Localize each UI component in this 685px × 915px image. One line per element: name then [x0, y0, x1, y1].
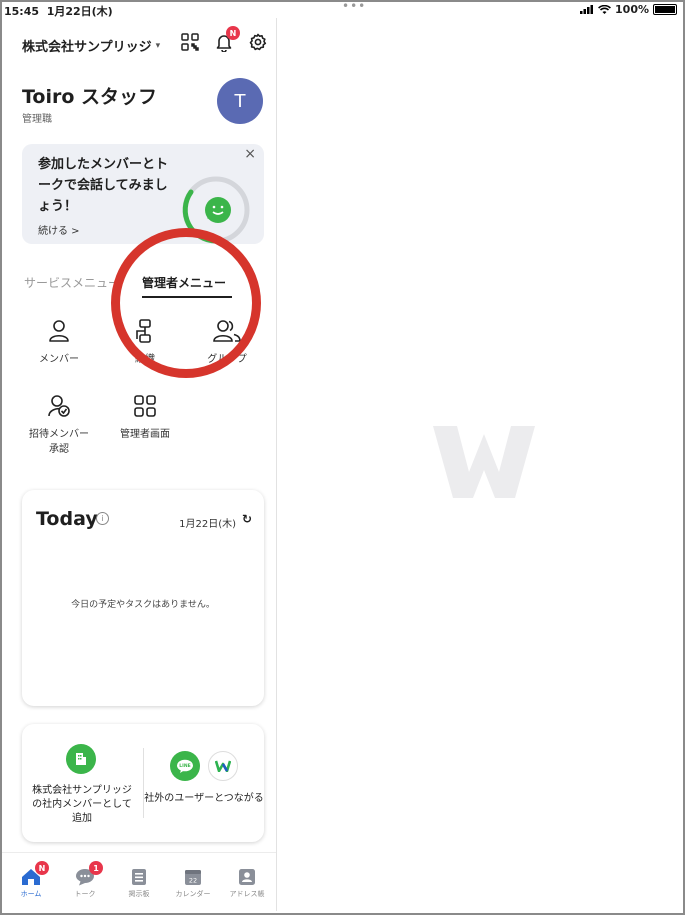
menu-item-label: メンバー [39, 354, 79, 365]
chevron-down-icon: ▾ [155, 40, 161, 51]
tab-label: カレンダー [175, 890, 211, 898]
lineworks-watermark-icon [433, 426, 535, 498]
bottom-tab-bar: N ホーム 1 トーク 掲示板 22 カレンダー アドレス帳 [2, 852, 276, 911]
onboarding-message: 参加したメンバーとトークで会話してみましょう！ [38, 157, 169, 214]
menu-item-label: 招待メンバー承認 [29, 429, 89, 455]
multitask-dots[interactable]: ••• [342, 0, 366, 13]
address-book-icon [220, 865, 274, 889]
connect-external-action[interactable]: LINE 社外のユーザーとつながる [144, 724, 264, 842]
annotation-circle [111, 228, 261, 378]
menu-item-admin-dashboard[interactable]: 管理者画面 [100, 393, 190, 440]
bulletin-icon [112, 865, 166, 889]
admin-dashboard-icon [100, 393, 190, 419]
tab-calendar[interactable]: 22 カレンダー [166, 865, 220, 899]
continue-link[interactable]: 続ける > [38, 222, 80, 237]
member-icon [14, 318, 104, 344]
calendar-icon: 22 [166, 865, 220, 889]
today-empty-message: 今日の予定やタスクはありません。 [71, 600, 215, 610]
refresh-icon[interactable]: ↻ [242, 512, 252, 526]
onboarding-card[interactable]: 参加したメンバーとトークで会話してみましょう！ 続ける > × [22, 144, 264, 244]
tab-service-menu[interactable]: サービスメニュー [24, 274, 120, 291]
company-switcher[interactable]: 株式会社サンプリッジ ▾ [22, 36, 160, 55]
home-badge: N [35, 861, 49, 875]
status-time: 15:45 1月22日(木) [4, 5, 113, 18]
tab-label: 掲示板 [128, 890, 150, 898]
svg-text:LINE: LINE [179, 763, 190, 769]
notification-badge: N [226, 26, 240, 40]
line-icon: LINE [170, 751, 200, 781]
battery-percent: 100% [615, 3, 649, 16]
gear-icon[interactable] [248, 32, 268, 52]
header-actions: N [180, 26, 268, 52]
tab-address-book[interactable]: アドレス帳 [220, 865, 274, 899]
avatar[interactable]: T [217, 78, 263, 124]
add-internal-member-label: 株式会社サンプリッジの社内メンバーとして追加 [32, 785, 132, 824]
menu-item-label: 管理者画面 [120, 429, 170, 440]
talk-badge: 1 [89, 861, 103, 875]
wifi-icon [598, 4, 611, 14]
status-bar: 15:45 1月22日(木) ••• 100% [2, 0, 683, 18]
building-icon [66, 744, 96, 774]
home-icon: N [4, 861, 58, 889]
qr-code-icon[interactable] [180, 32, 200, 52]
menu-item-member[interactable]: メンバー [14, 318, 104, 365]
today-card: Today i 1月22日(木) ↻ 今日の予定やタスクはありません。 [22, 490, 264, 706]
signal-icon [580, 5, 594, 14]
today-title: Today [36, 508, 98, 530]
lineworks-logo-icon [208, 751, 238, 781]
talk-icon: 1 [58, 861, 112, 889]
add-internal-member-action[interactable]: 株式会社サンプリッジの社内メンバーとして追加 [22, 724, 142, 842]
sidebar-panel: 株式会社サンプリッジ ▾ N Toiro スタッフ 管理職 T 参加したメンバー… [2, 18, 276, 911]
invite-approve-icon [14, 393, 104, 419]
battery-icon [653, 4, 677, 15]
detail-panel-empty [277, 18, 681, 911]
user-name: Toiro スタッフ [22, 86, 158, 108]
tab-label: トーク [74, 890, 96, 898]
calendar-day: 22 [189, 877, 197, 885]
connect-card: 株式会社サンプリッジの社内メンバーとして追加 LINE 社外のユーザーとつながる [22, 724, 264, 842]
today-date: 1月22日(木) [179, 519, 236, 530]
user-role: 管理職 [22, 114, 52, 125]
tab-home[interactable]: N ホーム [4, 861, 58, 899]
tab-label: アドレス帳 [229, 890, 265, 898]
tab-bulletin[interactable]: 掲示板 [112, 865, 166, 899]
company-name: 株式会社サンプリッジ [22, 40, 152, 55]
close-icon[interactable]: × [244, 146, 256, 162]
bell-icon[interactable]: N [214, 26, 240, 52]
status-indicators: 100% [580, 3, 677, 16]
menu-item-invite-approval[interactable]: 招待メンバー承認 [14, 393, 104, 455]
info-icon[interactable]: i [96, 512, 109, 525]
tab-talk[interactable]: 1 トーク [58, 861, 112, 899]
connect-external-label: 社外のユーザーとつながる [144, 793, 264, 804]
tab-label: ホーム [20, 890, 42, 898]
